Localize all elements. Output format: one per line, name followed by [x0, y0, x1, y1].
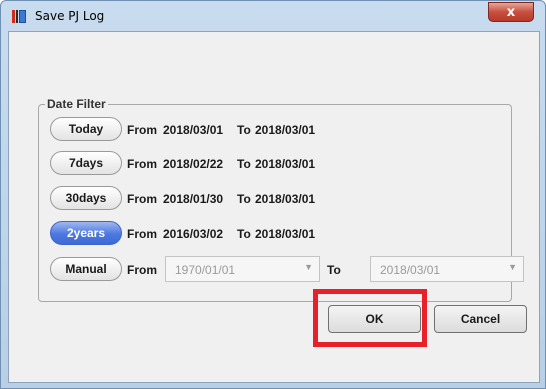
today-button[interactable]: Today — [50, 117, 122, 141]
7days-from-date: 2018/02/22 — [163, 157, 224, 171]
close-button[interactable]: x — [488, 2, 534, 22]
title-bar[interactable]: Save PJ Log x — [1, 1, 545, 31]
7days-button[interactable]: 7days — [50, 151, 122, 175]
2years-from-date: 2016/03/02 — [163, 227, 224, 241]
30days-from-date: 2018/01/30 — [163, 192, 224, 206]
30days-to-label: To — [237, 192, 251, 206]
manual-to-value: 2018/03/01 — [380, 263, 441, 277]
today-to-label: To — [237, 123, 251, 137]
2years-from-label: From — [127, 227, 157, 241]
30days-to-date: 2018/03/01 — [255, 192, 316, 206]
chevron-down-icon[interactable]: ▼ — [508, 262, 517, 272]
manual-to-combo[interactable]: 2018/03/01 ▼ — [370, 256, 524, 282]
7days-from-label: From — [127, 157, 157, 171]
cancel-button[interactable]: Cancel — [434, 305, 527, 333]
ok-highlight-annotation — [313, 289, 427, 347]
2years-to-date: 2018/03/01 — [255, 227, 316, 241]
manual-from-combo[interactable]: 1970/01/01 ▼ — [165, 256, 320, 282]
dialog-window: Save PJ Log x Date Filter Today From 201… — [0, 0, 546, 389]
date-filter-group: Date Filter Today From 2018/03/01 To 201… — [38, 97, 524, 302]
7days-to-label: To — [237, 157, 251, 171]
today-from-date: 2018/03/01 — [163, 123, 224, 137]
manual-button[interactable]: Manual — [50, 257, 122, 281]
7days-to-date: 2018/03/01 — [255, 157, 316, 171]
app-icon — [12, 10, 27, 23]
manual-from-value: 1970/01/01 — [175, 263, 236, 277]
manual-from-label: From — [127, 263, 157, 277]
today-from-label: From — [127, 123, 157, 137]
30days-from-label: From — [127, 192, 157, 206]
2years-button[interactable]: 2years — [50, 221, 122, 245]
chevron-down-icon[interactable]: ▼ — [304, 262, 313, 272]
window-title: Save PJ Log — [35, 9, 105, 23]
manual-to-label: To — [327, 263, 341, 277]
30days-button[interactable]: 30days — [50, 186, 122, 210]
today-to-date: 2018/03/01 — [255, 123, 316, 137]
2years-to-label: To — [237, 227, 251, 241]
date-filter-legend: Date Filter — [45, 97, 108, 111]
